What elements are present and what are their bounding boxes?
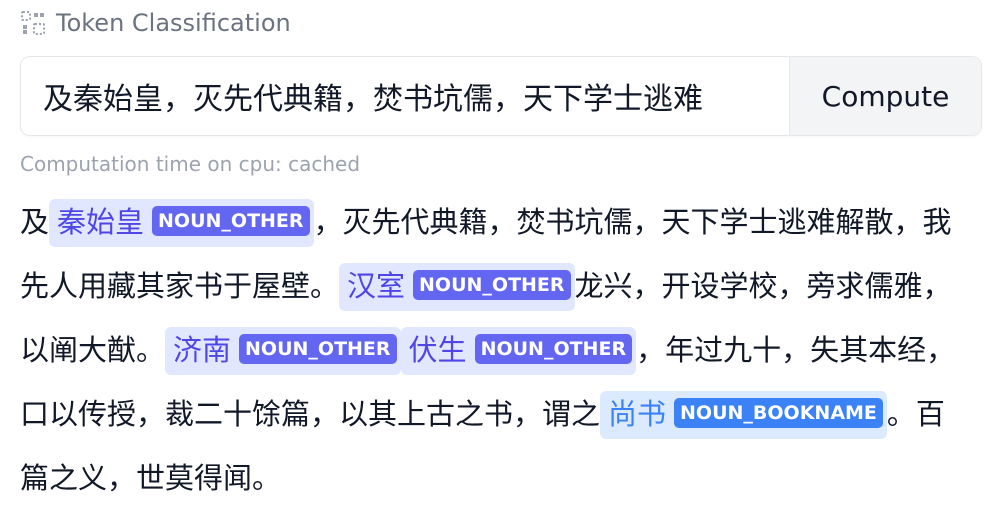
computation-time: Computation time on cpu: cached [20, 152, 361, 176]
entity-noun-other: 秦始皇 NOUN_OTHER [49, 199, 314, 247]
entity-label-badge: NOUN_OTHER [474, 334, 633, 364]
entity-label-badge: NOUN_OTHER [152, 206, 310, 236]
input-row: Compute [20, 56, 982, 136]
text-input[interactable] [21, 57, 789, 135]
entity-label-badge: NOUN_BOOKNAME [674, 398, 883, 428]
entity-text: 汉室 [347, 269, 406, 303]
plain-text: 及 [20, 205, 50, 239]
entity-text: 伏生 [408, 333, 467, 367]
widget-title: Token Classification [56, 9, 291, 37]
entity-noun-other: 汉室 NOUN_OTHER [339, 263, 575, 311]
entity-label-badge: NOUN_OTHER [239, 334, 397, 364]
token-grid-icon [20, 10, 46, 36]
entity-text: 尚书 [608, 397, 667, 431]
entity-noun-bookname: 尚书 NOUN_BOOKNAME [600, 391, 887, 439]
token-classification-widget: Token Classification Compute Computation… [20, 0, 982, 510]
entity-noun-other: 济南 NOUN_OTHER [165, 327, 401, 375]
entity-text: 济南 [173, 333, 232, 367]
entity-noun-other: 伏生 NOUN_OTHER [400, 327, 637, 375]
entity-label-badge: NOUN_OTHER [413, 270, 571, 300]
widget-header: Token Classification [20, 0, 982, 46]
classification-output: 及秦始皇 NOUN_OTHER ，灭先代典籍，焚书坑儒，天下学士逃难解散，我先人用藏… [20, 190, 965, 510]
compute-button[interactable]: Compute [789, 57, 981, 135]
entity-text: 秦始皇 [57, 205, 145, 239]
